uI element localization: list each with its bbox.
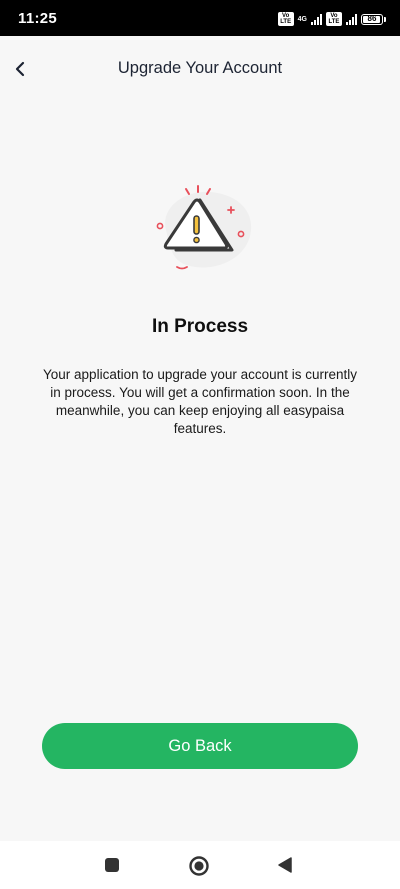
status-description: Your application to upgrade your account… — [43, 367, 357, 436]
status-icons: Vo LTE 4G Vo LTE 86 — [277, 11, 386, 27]
system-nav-bar — [0, 841, 400, 889]
battery-level: 86 — [367, 14, 377, 23]
home-button[interactable] — [188, 855, 209, 876]
signal-icon — [311, 13, 322, 25]
warning-illustration — [148, 182, 258, 274]
volte-badge-sim2: Vo LTE — [326, 12, 342, 26]
battery-icon: 86 — [361, 13, 383, 25]
status-heading: In Process — [151, 316, 249, 337]
system-back-button[interactable] — [275, 855, 295, 875]
warning-triangle-icon — [156, 185, 252, 270]
volte-badge-sim1: Vo LTE — [277, 12, 294, 26]
battery-cap — [384, 16, 386, 22]
status-bar: 11:25 Vo LTE 4G Vo LTE 86 — [0, 0, 400, 36]
page-title: Upgrade Your Account — [117, 59, 283, 77]
recent-apps-button[interactable] — [102, 855, 122, 875]
go-back-button[interactable]: Go Back — [42, 723, 358, 769]
square-icon — [105, 858, 119, 872]
network-type: 4G — [297, 15, 307, 23]
circle-icon — [189, 856, 209, 876]
triangle-back-icon — [278, 857, 292, 873]
app-header: Upgrade Your Account — [0, 36, 400, 102]
signal-icon-sim2 — [346, 13, 357, 25]
status-time: 11:25 — [18, 10, 58, 27]
